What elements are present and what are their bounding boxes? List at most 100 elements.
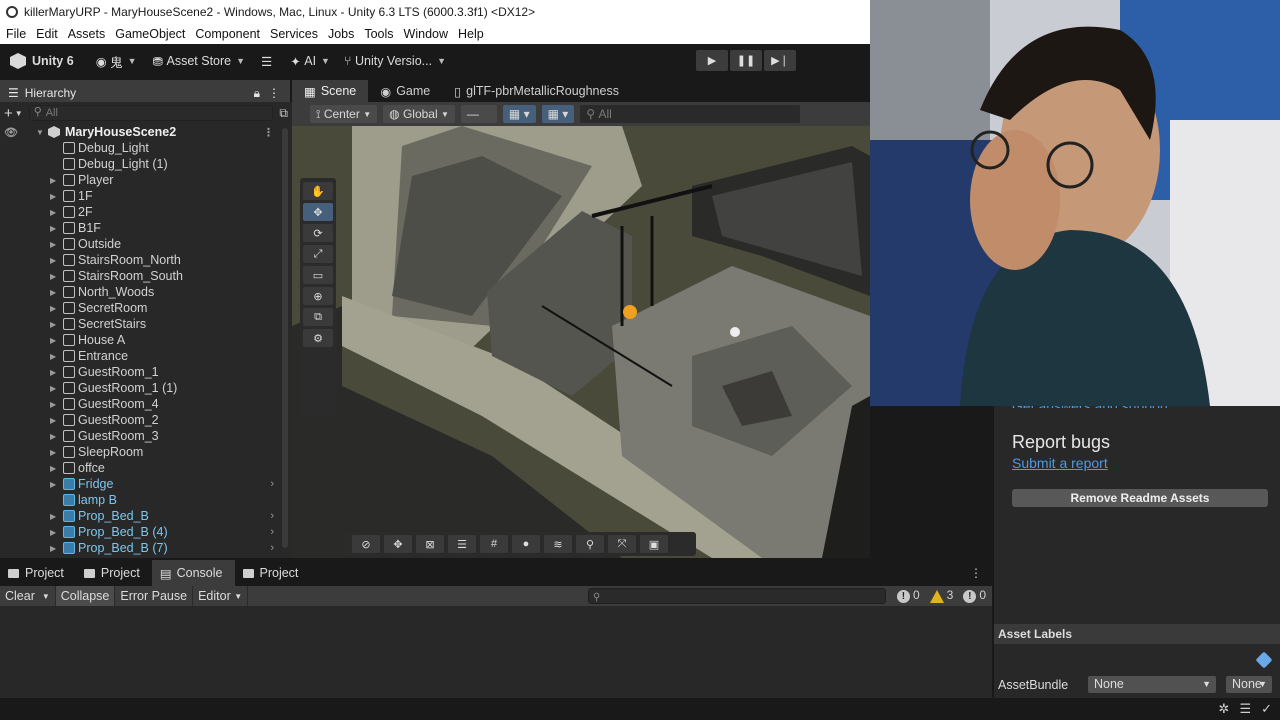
remove-readme-button[interactable]: Remove Readme Assets — [1012, 489, 1268, 507]
hierarchy-row[interactable]: Debug_Light (1) — [0, 156, 282, 172]
expand-arrow-icon[interactable]: ▶ — [50, 544, 56, 553]
search-by-type-icon[interactable]: ⧉ — [279, 106, 288, 121]
kebab-menu-icon[interactable]: ⋮ — [263, 126, 274, 139]
hierarchy-row[interactable]: ▶ offce — [0, 460, 282, 476]
menu-help[interactable]: Help — [458, 27, 484, 41]
chevron-right-icon[interactable]: › — [270, 478, 274, 490]
expand-arrow-icon[interactable]: ▶ — [50, 176, 56, 185]
snap-toggle-button[interactable]: ▦ ▾ — [541, 105, 575, 123]
expand-arrow-icon[interactable]: ▶ — [50, 272, 56, 281]
console-search-input[interactable]: ⚲ — [588, 588, 886, 604]
tab-scene[interactable]: ▦ Scene — [292, 80, 369, 102]
menu-gameobject[interactable]: GameObject — [115, 27, 185, 41]
extra-tool-button[interactable]: ⚙ — [303, 329, 333, 347]
check-icon[interactable]: ✓ — [1261, 701, 1272, 717]
expand-arrow-icon[interactable]: ▶ — [50, 512, 56, 521]
probe-tool-button[interactable]: ⊠ — [416, 535, 444, 553]
warnings-toggle[interactable]: 3 — [929, 588, 953, 603]
tab-project-2[interactable]: Project — [76, 560, 152, 586]
menu-component[interactable]: Component — [195, 27, 260, 41]
transform-tool-button[interactable]: ⊕ — [303, 287, 333, 305]
rect-tool-button[interactable]: ▭ — [303, 266, 333, 284]
chevron-right-icon[interactable]: › — [270, 542, 274, 554]
pause-button[interactable]: ❚❚ — [730, 50, 762, 71]
align-tool-button[interactable]: ☰ — [448, 535, 476, 553]
pivot-mode-dropdown[interactable]: ⟟ Center ▼ — [310, 105, 378, 123]
expand-arrow-icon[interactable]: ▶ — [50, 480, 56, 489]
layers-overlay-button[interactable]: ≋ — [544, 535, 572, 553]
scene-viewport[interactable]: ✋ ✥ ⟳ ⤢ ▭ ⊕ ⧉ ⚙ — [292, 126, 870, 558]
hierarchy-row[interactable]: ▶ StairsRoom_North — [0, 252, 282, 268]
error-pause-toggle[interactable]: Error Pause — [115, 586, 194, 606]
hierarchy-row[interactable]: lamp B — [0, 492, 282, 508]
collapse-toggle[interactable]: Collapse — [55, 586, 116, 606]
menu-assets[interactable]: Assets — [68, 27, 106, 41]
hierarchy-row[interactable]: ▶ Player — [0, 172, 282, 188]
chevron-right-icon[interactable]: › — [270, 510, 274, 522]
hierarchy-row[interactable]: ▶ Entrance — [0, 348, 282, 364]
unity-hub-button[interactable]: Unity 6 — [10, 53, 74, 69]
expand-arrow-icon[interactable]: ▶ — [50, 528, 56, 537]
asset-store-dropdown[interactable]: ⛃ Asset Store ▼ — [153, 54, 246, 69]
hierarchy-row[interactable]: ▶ 2F — [0, 204, 282, 220]
expand-arrow-icon[interactable]: ▶ — [50, 336, 56, 345]
expand-arrow-icon[interactable]: ▶ — [50, 192, 56, 201]
pivot-space-dropdown[interactable]: ◍ Global ▼ — [383, 105, 455, 123]
asset-bundle-dropdown[interactable]: None ▼ — [1088, 676, 1216, 693]
errors-toggle[interactable]: ! 0 — [896, 588, 920, 603]
tag-icon[interactable] — [1255, 651, 1273, 669]
hierarchy-row[interactable]: ▶ Prop_Bed_B (7) › — [0, 540, 282, 556]
account-dropdown[interactable]: ◉ 鬼 ▼ — [96, 52, 137, 71]
hierarchy-row[interactable]: ▶ GuestRoom_3 — [0, 428, 282, 444]
hierarchy-row[interactable]: ▶ Outside — [0, 236, 282, 252]
expand-arrow-icon[interactable]: ▶ — [50, 304, 56, 313]
version-control-dropdown[interactable]: ⑂ Unity Versio... ▼ — [344, 54, 446, 68]
tab-hierarchy[interactable]: ☰ Hierarchy 🔒︎ ⋮ — [0, 80, 290, 102]
orbit-tool-button[interactable]: ⊘ — [352, 535, 380, 553]
expand-arrow-icon[interactable]: ▶ — [50, 368, 56, 377]
debug-icon[interactable]: ✲ — [1219, 701, 1230, 717]
hierarchy-row[interactable]: ▶ B1F — [0, 220, 282, 236]
custom-tool-button[interactable]: ⧉ — [303, 308, 333, 326]
tab-console[interactable]: ▤ Console — [151, 560, 235, 586]
chevron-down-icon[interactable]: ▼ — [15, 109, 23, 118]
layers-button[interactable]: ☰ — [261, 54, 272, 69]
expand-arrow-icon[interactable]: ▶ — [50, 224, 56, 233]
scale-tool-button[interactable]: ⤢ — [303, 245, 333, 263]
hierarchy-row[interactable]: ▶ GuestRoom_2 — [0, 412, 282, 428]
scene-search-input[interactable]: ⚲ All — [580, 105, 801, 123]
play-button[interactable]: ▶ — [696, 50, 728, 71]
editor-dropdown[interactable]: Editor ▼ — [193, 586, 249, 606]
expand-arrow-icon[interactable]: ▶ — [50, 288, 56, 297]
expand-arrow-icon[interactable]: ▶ — [50, 384, 56, 393]
lock-icon[interactable]: 🔒︎ — [254, 86, 260, 101]
asset-variant-dropdown[interactable]: None ▼ — [1226, 676, 1272, 693]
expand-arrow-icon[interactable]: ▶ — [50, 400, 56, 409]
tab-gltf[interactable]: ▯ glTF-pbrMetallicRoughness — [442, 80, 631, 102]
tab-project-1[interactable]: Project — [0, 560, 76, 586]
camera-tool-button[interactable]: ▣ — [640, 535, 668, 553]
zoom-tool-button[interactable]: ⚲ — [576, 535, 604, 553]
expand-arrow-icon[interactable]: ▶ — [50, 256, 56, 265]
move-overlay-button[interactable]: ✥ — [384, 535, 412, 553]
move-tool-button[interactable]: ✥ — [303, 203, 333, 221]
menu-services[interactable]: Services — [270, 27, 318, 41]
visibility-eye-icon[interactable]: 👁︎ — [4, 126, 18, 139]
clear-button[interactable]: Clear ▼ — [0, 586, 56, 606]
hierarchy-row[interactable]: ▶ GuestRoom_1 — [0, 364, 282, 380]
hierarchy-search-input[interactable]: All — [28, 105, 274, 121]
kebab-menu-icon[interactable]: ⋮ — [268, 86, 280, 100]
hierarchy-scrollbar[interactable] — [282, 128, 288, 548]
rotate-tool-button[interactable]: ⟳ — [303, 224, 333, 242]
database-icon[interactable]: ☰ — [1239, 701, 1251, 717]
hierarchy-row[interactable]: ▶ SecretRoom — [0, 300, 282, 316]
asset-labels-header[interactable]: Asset Labels — [994, 624, 1280, 644]
grid-snap-field[interactable]: — — [460, 105, 497, 123]
add-button[interactable]: + — [4, 105, 13, 122]
hierarchy-row[interactable]: ▶ GuestRoom_1 (1) — [0, 380, 282, 396]
menu-window[interactable]: Window — [404, 27, 448, 41]
chevron-right-icon[interactable]: › — [270, 526, 274, 538]
hierarchy-row[interactable]: ▶ Prop_Bed_B (4) › — [0, 524, 282, 540]
expand-arrow-icon[interactable]: ▶ — [50, 416, 56, 425]
expand-arrow-icon[interactable]: ▶ — [50, 240, 56, 249]
